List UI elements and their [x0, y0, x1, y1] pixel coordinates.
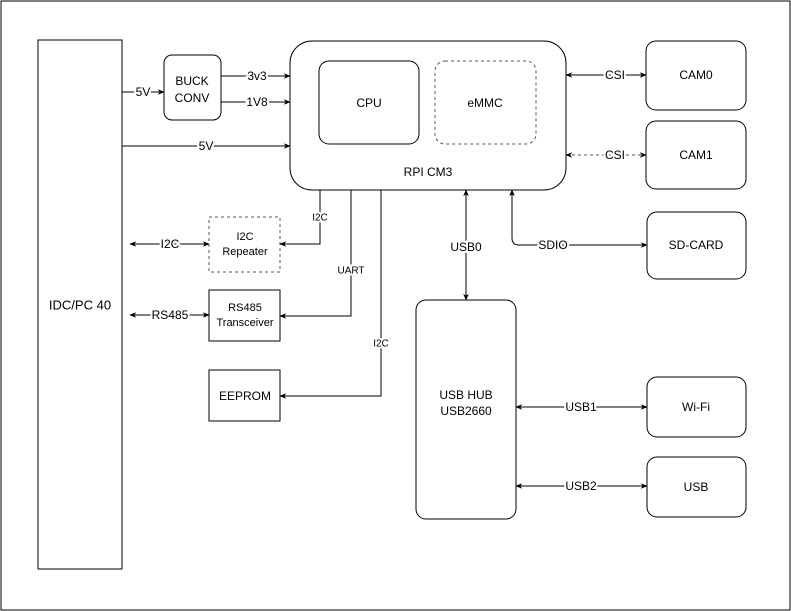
conn-label: I2C — [161, 237, 180, 251]
idc-block: IDC/PC 40 — [37, 39, 123, 570]
rs485-transceiver-block: RS485 Transceiver — [208, 289, 281, 342]
wifi-block: Wi-Fi — [646, 376, 747, 438]
block-diagram: IDC/PC 40 BUCK CONV RPI CM3 CPU eMMC CAM… — [0, 0, 791, 611]
i2c-repeater-label-2: Repeater — [222, 246, 268, 258]
idc-label: IDC/PC 40 — [49, 298, 111, 313]
cam1-label: CAM1 — [679, 148, 713, 162]
wifi-label: Wi-Fi — [682, 400, 710, 414]
rpi-label: RPI CM3 — [404, 165, 453, 179]
cam1-block: CAM1 — [645, 120, 747, 190]
cam0-label: CAM0 — [679, 68, 713, 82]
conn-label: 5V — [136, 85, 151, 99]
conn-label: SDIO — [538, 238, 567, 252]
conn-label: 5V — [199, 139, 214, 153]
i2c-repeater-block: I2C Repeater — [208, 216, 281, 273]
conn-label: I2C — [312, 213, 328, 224]
buck-label-1: BUCK — [175, 74, 208, 88]
conn-label: UART — [337, 266, 364, 277]
conn-label: I2C — [373, 339, 389, 350]
sdcard-label: SD-CARD — [669, 238, 724, 252]
buck-conv-block: BUCK CONV — [163, 54, 222, 121]
usb-hub-block: USB HUB USB2660 — [415, 299, 517, 520]
i2c-repeater-label-1: I2C — [236, 231, 253, 243]
cpu-block: CPU — [318, 60, 420, 145]
buck-label-2: CONV — [175, 91, 210, 105]
usbhub-label-1: USB HUB — [439, 388, 492, 402]
conn-label: USB1 — [565, 400, 597, 414]
usb-label: USB — [684, 480, 709, 494]
conn-label: CSI — [605, 148, 625, 162]
conn-label: 3v3 — [247, 69, 267, 83]
cam0-block: CAM0 — [645, 40, 747, 111]
eeprom-block: EEPROM — [208, 369, 281, 422]
usb-block: USB — [646, 456, 747, 518]
emmc-block: eMMC — [434, 60, 537, 145]
rs485-label-1: RS485 — [228, 302, 262, 314]
cpu-label: CPU — [356, 96, 381, 110]
sdcard-block: SD-CARD — [646, 211, 747, 280]
emmc-label: eMMC — [467, 96, 503, 110]
eeprom-label: EEPROM — [219, 389, 271, 403]
rs485-label-2: Transceiver — [216, 317, 273, 329]
conn-label: RS485 — [152, 308, 189, 322]
usbhub-label-2: USB2660 — [440, 404, 492, 418]
conn-label: USB0 — [450, 240, 482, 254]
conn-label: 1V8 — [246, 95, 268, 109]
conn-label: CSI — [605, 68, 625, 82]
conn-label: USB2 — [565, 479, 597, 493]
